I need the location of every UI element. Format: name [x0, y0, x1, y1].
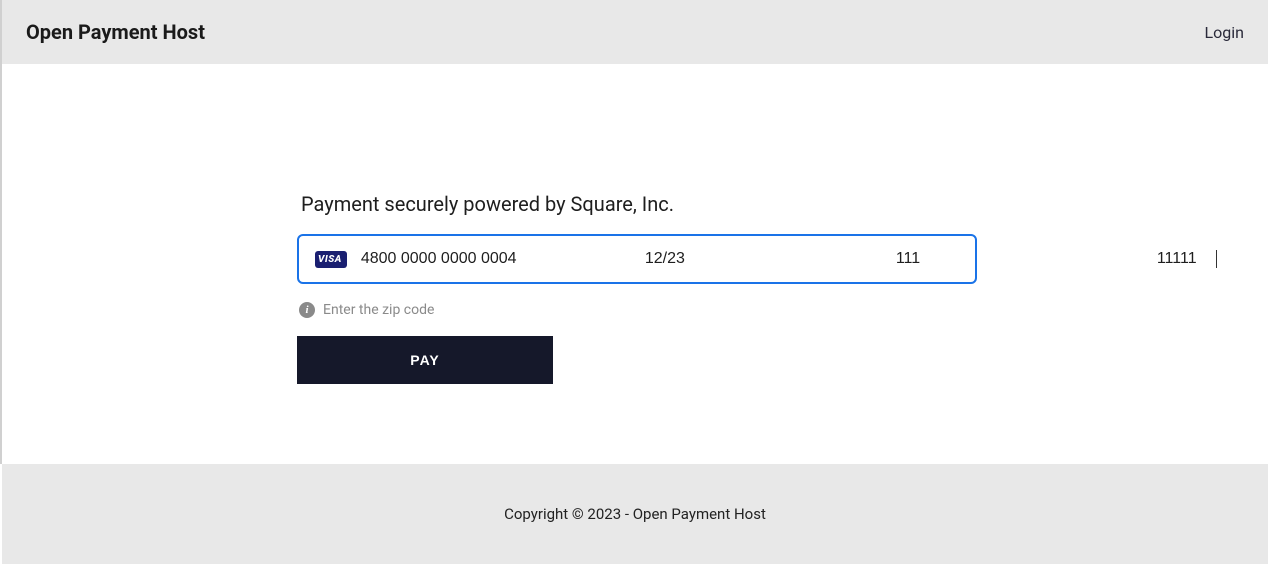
hint-text: Enter the zip code [323, 302, 434, 318]
login-link[interactable]: Login [1205, 23, 1244, 42]
pay-button[interactable]: PAY [297, 336, 553, 384]
hint-row: i Enter the zip code [299, 302, 434, 318]
card-number-input[interactable] [361, 250, 621, 268]
header: Open Payment Host Login [0, 0, 1268, 64]
footer-copyright: Copyright © 2023 - Open Payment Host [504, 505, 766, 523]
payment-heading: Payment securely powered by Square, Inc. [301, 192, 674, 216]
main-content: Payment securely powered by Square, Inc.… [0, 64, 1268, 464]
footer: Copyright © 2023 - Open Payment Host [2, 464, 1268, 564]
visa-icon: VISA [315, 251, 347, 268]
card-cvv-input[interactable] [896, 250, 1103, 268]
info-icon: i [299, 302, 315, 318]
card-expiry-input[interactable] [645, 250, 852, 268]
app-title: Open Payment Host [26, 20, 205, 44]
card-input-container[interactable]: VISA [297, 234, 977, 284]
card-zip-input[interactable] [1157, 250, 1217, 268]
